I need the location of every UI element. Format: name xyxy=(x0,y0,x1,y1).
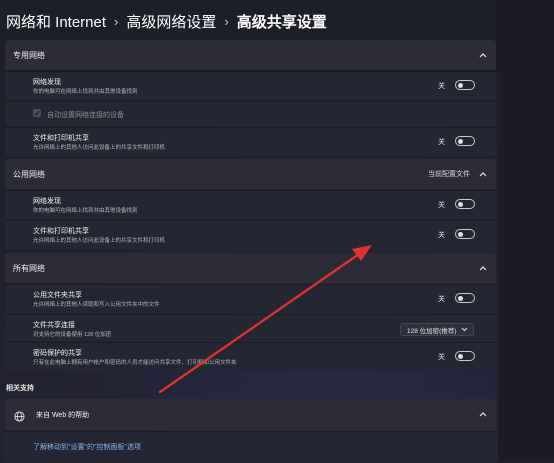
setting-row-password-protected-sharing: 密码保护的共享 只有在此电脑上拥有用户帐户和密码的人员才能访问共享文件、打印机和… xyxy=(5,342,496,371)
toggle-state-label: 关 xyxy=(438,139,445,146)
setting-row-file-printer-sharing: 文件和打印机共享 允许网络上的其他人访问此设备上的共享文件和打印机 关 xyxy=(5,220,496,249)
network-discovery-toggle[interactable] xyxy=(455,199,475,209)
related-support-heading: 相关支持 xyxy=(6,385,34,392)
file-printer-sharing-toggle[interactable] xyxy=(455,136,475,146)
section-all-networks[interactable]: 所有网络 xyxy=(5,253,496,283)
setting-row-file-sharing-connections: 文件共享连接 对支持它的设备使用 128 位加密 128 位加密(推荐) xyxy=(5,314,496,341)
help-title: 来自 Web 的帮助 xyxy=(36,412,90,419)
setting-row-file-printer-sharing: 文件和打印机共享 允许网络上的其他人访问此设备上的共享文件和打印机 关 xyxy=(5,127,496,156)
auto-setup-checkbox[interactable] xyxy=(33,109,41,117)
setting-title: 文件和打印机共享 xyxy=(33,228,89,235)
chevron-up-icon[interactable] xyxy=(478,409,488,419)
chevron-up-icon[interactable] xyxy=(478,263,488,273)
setting-description: 只有在此电脑上拥有用户帐户和密码的人员才能访问共享文件、打印机和公用文件夹 xyxy=(33,360,237,366)
setting-title: 网络发现 xyxy=(33,198,61,205)
file-printer-sharing-toggle[interactable] xyxy=(455,229,475,239)
chevron-right-icon: › xyxy=(224,13,229,29)
dropdown-value: 128 位加密(推荐) xyxy=(407,327,457,335)
setting-row-network-discovery: 网络发现 你的电脑可在网络上找到并由其他设备找到 关 xyxy=(5,190,496,219)
setting-title: 公用文件夹共享 xyxy=(33,292,82,299)
setting-title: 文件和打印机共享 xyxy=(33,135,89,142)
help-from-web-header[interactable]: 来自 Web 的帮助 xyxy=(5,399,496,430)
password-protected-sharing-toggle[interactable] xyxy=(455,351,475,361)
setting-title: 文件共享连接 xyxy=(33,322,75,329)
chevron-down-icon xyxy=(461,326,468,334)
toggle-state-label: 关 xyxy=(438,232,445,239)
setting-description: 你的电脑可在网络上找到并由其他设备找到 xyxy=(33,89,138,95)
section-title: 公用网络 xyxy=(13,169,45,179)
section-private-network[interactable]: 专用网络 xyxy=(5,40,496,70)
breadcrumb-advanced-network[interactable]: 高级网络设置 xyxy=(126,11,216,32)
setting-description: 对支持它的设备使用 128 位加密 xyxy=(33,332,112,338)
breadcrumb: 网络和 Internet › 高级网络设置 › 高级共享设置 xyxy=(6,9,327,33)
setting-description: 允许网络上的其他人读取和写入公用文件夹中的文件 xyxy=(33,302,160,308)
setting-description: 允许网络上的其他人访问此设备上的共享文件和打印机 xyxy=(33,145,166,151)
current-profile-badge: 当前配置文件 xyxy=(428,171,470,178)
section-public-network[interactable]: 公用网络 当前配置文件 xyxy=(5,159,496,189)
toggle-state-label: 关 xyxy=(438,354,445,361)
help-from-web-body: 了解移动到"设置"的"控制面板"选项 xyxy=(5,431,496,463)
toggle-state-label: 关 xyxy=(438,83,445,90)
setting-title: 网络发现 xyxy=(33,79,61,86)
encryption-dropdown[interactable]: 128 位加密(推荐) xyxy=(400,323,474,336)
section-title: 专用网络 xyxy=(13,50,45,60)
control-panel-help-link[interactable]: 了解移动到"设置"的"控制面板"选项 xyxy=(33,442,141,452)
setting-row-public-folder-sharing: 公用文件夹共享 允许网络上的其他人读取和写入公用文件夹中的文件 关 xyxy=(5,284,496,313)
public-folder-sharing-toggle[interactable] xyxy=(455,293,475,303)
globe-icon xyxy=(14,409,25,427)
page-title: 高级共享设置 xyxy=(236,13,327,31)
network-discovery-toggle[interactable] xyxy=(455,80,475,90)
section-title: 所有网络 xyxy=(13,263,45,273)
chevron-up-icon[interactable] xyxy=(478,169,488,179)
toggle-state-label: 关 xyxy=(438,202,445,209)
chevron-up-icon[interactable] xyxy=(478,50,488,60)
checkbox-label: 自动设置网络连接的设备 xyxy=(47,112,124,119)
setting-row-network-discovery: 网络发现 你的电脑可在网络上找到并由其他设备找到 关 xyxy=(5,71,496,100)
chevron-right-icon: › xyxy=(114,13,119,29)
setting-description: 你的电脑可在网络上找到并由其他设备找到 xyxy=(33,208,138,214)
setting-description: 允许网络上的其他人访问此设备上的共享文件和打印机 xyxy=(33,238,166,244)
toggle-state-label: 关 xyxy=(438,296,445,303)
setting-title: 密码保护的共享 xyxy=(33,350,82,357)
breadcrumb-network[interactable]: 网络和 Internet xyxy=(6,11,106,32)
setting-row-auto-setup: 自动设置网络连接的设备 xyxy=(5,101,496,126)
right-margin xyxy=(498,0,554,462)
